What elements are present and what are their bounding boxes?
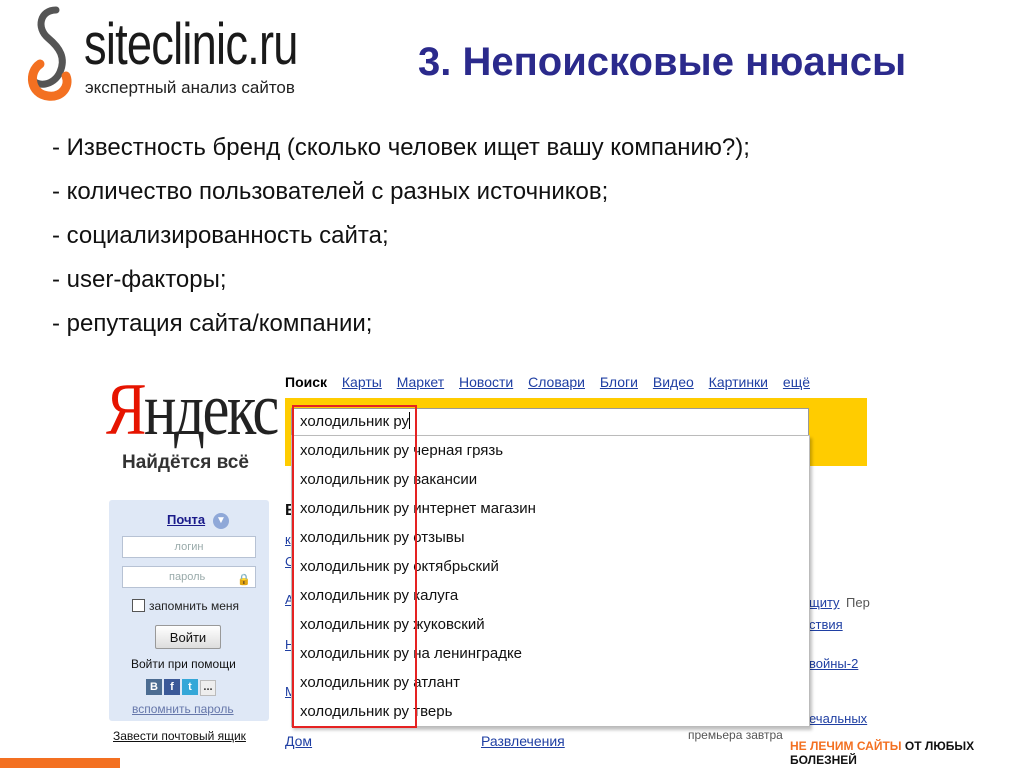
tab-more[interactable]: ещё bbox=[783, 374, 810, 390]
login-button[interactable]: Войти bbox=[155, 625, 221, 649]
remember-me-label: запомнить меня bbox=[149, 599, 240, 613]
remember-me-checkbox[interactable]: запомнить меня bbox=[132, 599, 239, 613]
logo-text: siteclinic.ru bbox=[84, 12, 298, 77]
tab-news[interactable]: Новости bbox=[459, 374, 513, 390]
remind-password-link[interactable]: вспомнить пароль bbox=[132, 702, 234, 716]
logo-subtitle: экспертный анализ сайтов bbox=[85, 78, 295, 97]
category-link-home[interactable]: Дом bbox=[285, 733, 312, 749]
password-input[interactable]: пароль 🔒 bbox=[122, 566, 256, 588]
news-link-fragment[interactable]: войны-2 bbox=[809, 656, 858, 671]
more-icon[interactable]: ... bbox=[200, 680, 216, 696]
tab-images[interactable]: Картинки bbox=[709, 374, 768, 390]
tab-search[interactable]: Поиск bbox=[285, 374, 327, 390]
twitter-icon[interactable]: t bbox=[182, 679, 198, 695]
tab-dictionaries[interactable]: Словари bbox=[528, 374, 585, 390]
chevron-down-icon[interactable]: ▼ bbox=[213, 513, 229, 529]
news-link-fragment[interactable]: щиту bbox=[809, 595, 840, 610]
password-placeholder: пароль bbox=[169, 571, 206, 583]
yandex-logo[interactable]: Яндекс bbox=[106, 369, 279, 451]
tab-maps[interactable]: Карты bbox=[342, 374, 382, 390]
search-nav: Поиск Карты Маркет Новости Словари Блоги… bbox=[285, 374, 821, 390]
social-login-icons: Вf t... bbox=[146, 677, 218, 696]
login-input[interactable]: логин bbox=[122, 536, 256, 558]
bullet-item: - количество пользователей с разных исто… bbox=[52, 178, 609, 205]
lock-icon: 🔒 bbox=[237, 574, 251, 586]
vk-icon[interactable]: В bbox=[146, 679, 162, 695]
yandex-slogan: Найдётся всё bbox=[122, 452, 249, 473]
news-link-fragment[interactable]: ствия bbox=[809, 617, 843, 632]
bullet-item: - репутация сайта/компании; bbox=[52, 310, 373, 337]
category-link-entertainment[interactable]: Развлечения bbox=[481, 733, 565, 749]
tab-video[interactable]: Видео bbox=[653, 374, 694, 390]
checkbox-icon[interactable] bbox=[132, 599, 145, 612]
highlight-box bbox=[292, 405, 417, 728]
premiere-text: премьера завтра bbox=[688, 728, 783, 742]
mail-title-link[interactable]: Почта bbox=[167, 512, 205, 527]
news-text-fragment: Пер bbox=[846, 595, 870, 610]
yandex-logo-rest: ндекс bbox=[144, 369, 279, 451]
siteclinic-logo-icon bbox=[28, 6, 72, 101]
tab-market[interactable]: Маркет bbox=[397, 374, 444, 390]
content-fragment: к bbox=[285, 532, 291, 547]
login-via-label: Войти при помощи bbox=[131, 657, 236, 671]
yandex-logo-first-letter: Я bbox=[106, 369, 146, 451]
bullet-item: - социализированность сайта; bbox=[52, 222, 389, 249]
bullet-item: - Известность бренд (сколько человек ище… bbox=[52, 134, 750, 161]
news-link-fragment[interactable]: ечальных bbox=[809, 711, 867, 726]
facebook-icon[interactable]: f bbox=[164, 679, 180, 695]
bullet-list: - Известность бренд (сколько человек ище… bbox=[52, 126, 750, 346]
tab-blogs[interactable]: Блоги bbox=[600, 374, 638, 390]
bullet-item: - user-факторы; bbox=[52, 266, 227, 293]
create-mailbox-link[interactable]: Завести почтовый ящик bbox=[113, 729, 246, 743]
footer-tagline: НЕ ЛЕЧИМ САЙТЫ ОТ ЛЮБЫХ БОЛЕЗНЕЙ bbox=[790, 739, 1024, 767]
footer-accent-bar bbox=[0, 758, 120, 768]
tagline-orange: НЕ ЛЕЧИМ САЙТЫ bbox=[790, 739, 902, 753]
slide-title: 3. Непоисковые нюансы bbox=[418, 40, 907, 84]
